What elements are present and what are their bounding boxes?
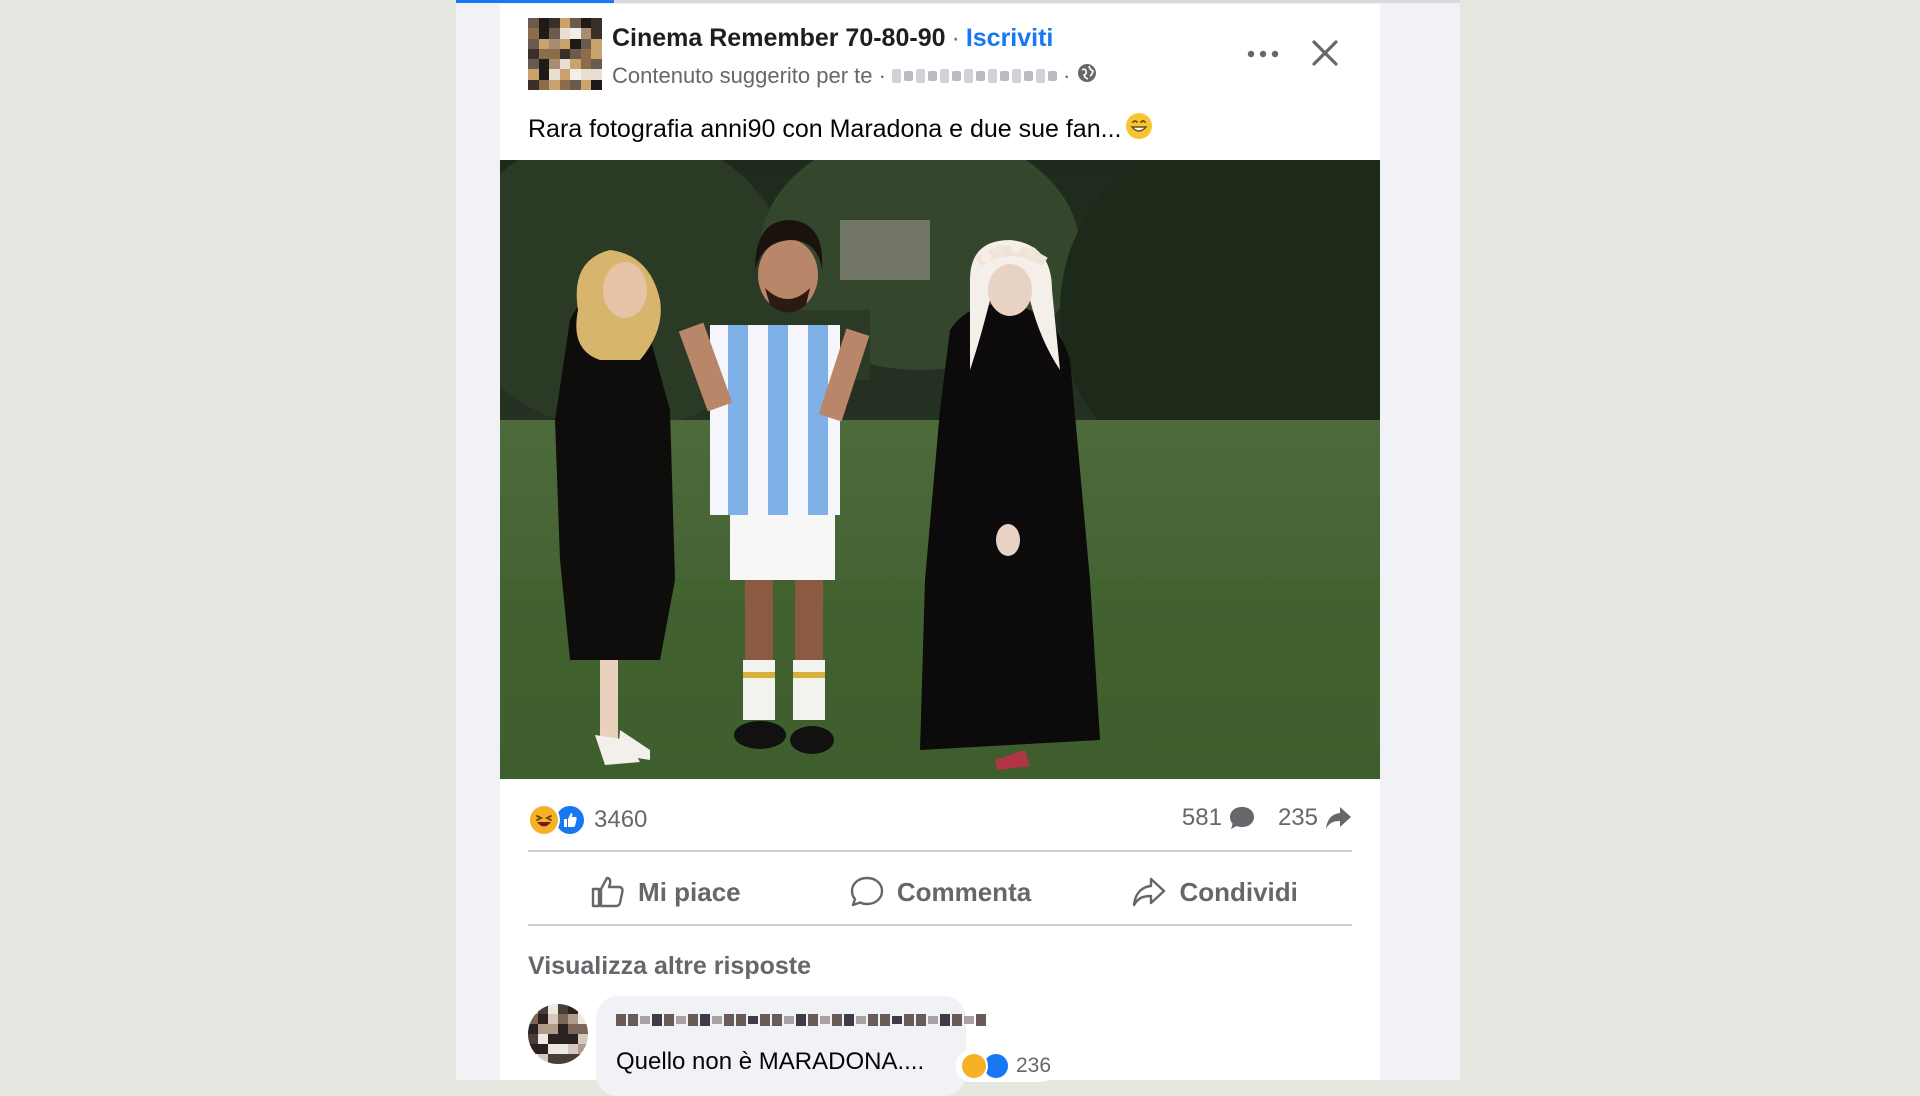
comment-count: 581 <box>1181 804 1222 831</box>
share-count: 235 <box>1277 804 1318 831</box>
comment-text: Quello non è MARADONA.... <box>616 1048 925 1075</box>
share-button-label: Condividi <box>1179 876 1298 907</box>
post-actions: Mi piace Commenta Condividi <box>528 860 1352 924</box>
stats-divider <box>528 850 1352 852</box>
reaction-summary[interactable]: 3460 <box>528 804 647 836</box>
feed-post: Cinema Remember 70-80-90 · Iscriviti Conte… <box>500 4 1380 1096</box>
view-more-replies-link[interactable]: Visualizza altre risposte <box>528 952 811 981</box>
share-arrow-icon <box>1326 807 1351 829</box>
comment-reactions[interactable]: 236 <box>956 1050 1056 1082</box>
more-options-button[interactable] <box>1240 34 1286 74</box>
shares-stat[interactable]: 235 <box>1278 804 1352 832</box>
title-separator: · <box>951 24 960 52</box>
thumbs-up-icon <box>591 876 624 908</box>
close-button[interactable] <box>1300 28 1350 78</box>
suggested-label: Contenuto suggerito per te · <box>612 63 886 88</box>
comment-author-blurred[interactable] <box>616 1014 986 1026</box>
post-photo[interactable] <box>500 160 1380 779</box>
comment-icon <box>850 876 884 907</box>
share-button[interactable]: Condividi <box>1077 860 1352 924</box>
feed-column: Cinema Remember 70-80-90 · Iscriviti Conte… <box>456 0 1460 1096</box>
subscribe-link[interactable]: Iscriviti <box>966 24 1054 52</box>
blurred-name <box>891 69 1057 83</box>
meta-separator: · <box>1062 63 1071 88</box>
globe-icon <box>1076 62 1098 90</box>
page-name-link[interactable]: Cinema Remember 70-80-90 <box>612 24 946 52</box>
post-header-title: Cinema Remember 70-80-90 · Iscriviti <box>612 24 1053 53</box>
loading-progress <box>456 0 614 3</box>
comment-avatar-image <box>528 1004 588 1064</box>
comment-reaction-count: 236 <box>1016 1054 1052 1077</box>
comment-bubble-icon <box>1229 807 1254 829</box>
caption-text: Rara fotografia anni90 con Maradona e du… <box>528 115 1122 143</box>
close-icon <box>1312 40 1338 66</box>
post-caption: Rara fotografia anni90 con Maradona e du… <box>528 112 1153 147</box>
like-button-label: Mi piace <box>638 876 741 907</box>
page-avatar[interactable] <box>528 18 602 90</box>
comments-stat[interactable]: 581 <box>1182 804 1256 832</box>
more-horizontal-icon <box>1247 50 1279 58</box>
haha-reaction-icon <box>528 804 560 836</box>
post-meta: Contenuto suggerito per te · · <box>612 62 1098 90</box>
comment-bubble: Quello non è MARADONA.... <box>596 996 986 1096</box>
comment-avatar[interactable] <box>528 1004 588 1064</box>
share-icon <box>1133 877 1166 907</box>
page-avatar-image <box>528 18 602 90</box>
reaction-count: 3460 <box>594 806 648 833</box>
comment-button-label: Commenta <box>896 876 1032 907</box>
comment-button[interactable]: Commenta <box>803 860 1078 924</box>
post-stats: 581 235 <box>1160 804 1352 832</box>
haha-reaction-icon <box>960 1052 988 1080</box>
photo-image <box>500 160 1380 779</box>
actions-divider <box>528 924 1352 926</box>
grinning-emoji-icon <box>1125 112 1153 147</box>
like-button[interactable]: Mi piace <box>528 860 803 924</box>
